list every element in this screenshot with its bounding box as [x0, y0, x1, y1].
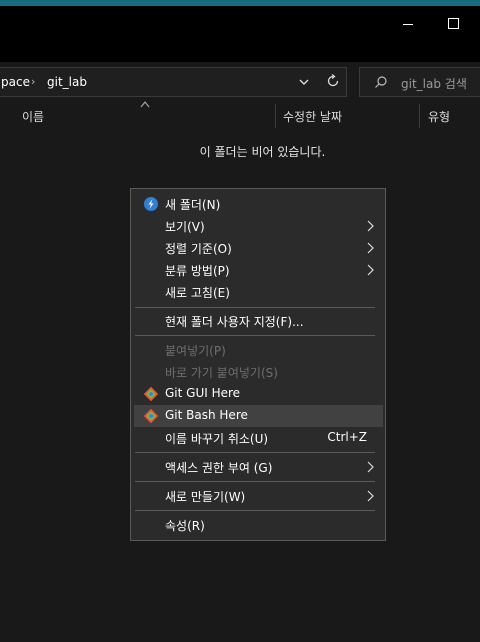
- maximize-icon[interactable]: [446, 16, 462, 32]
- navigation-toolbar: pace › git_lab git_lab 검색: [0, 62, 480, 102]
- menu-label: 보기(V): [165, 220, 205, 234]
- menu-label: Git GUI Here: [165, 386, 241, 400]
- menu-label: Git Bash Here: [165, 408, 248, 422]
- breadcrumb-git-lab[interactable]: git_lab: [47, 75, 87, 89]
- search-box[interactable]: git_lab 검색: [359, 67, 480, 97]
- new-folder-icon: [144, 197, 158, 211]
- chevron-right-icon: [367, 220, 374, 232]
- menu-item-group-by[interactable]: 분류 방법(P): [134, 259, 383, 281]
- menu-item-paste-shortcut: 바로 가기 붙여넣기(S): [134, 361, 383, 383]
- menu-item-new-folder[interactable]: 새 폴더(N): [134, 193, 383, 215]
- menu-label: 새로 만들기(W): [165, 490, 246, 504]
- menu-item-git-bash[interactable]: Git Bash Here: [134, 405, 383, 427]
- search-placeholder: git_lab 검색: [401, 77, 467, 91]
- breadcrumb-workspace[interactable]: pace: [1, 75, 30, 89]
- menu-item-view[interactable]: 보기(V): [134, 215, 383, 237]
- column-header-date-modified[interactable]: 수정한 날짜: [283, 108, 342, 125]
- menu-label: 바로 가기 붙여넣기(S): [165, 366, 278, 380]
- chevron-right-icon: [367, 264, 374, 276]
- empty-folder-message: 이 폴더는 비어 있습니다.: [199, 145, 326, 159]
- menu-shortcut: Ctrl+Z: [327, 430, 367, 444]
- menu-item-new[interactable]: 새로 만들기(W): [134, 485, 383, 507]
- refresh-icon[interactable]: [325, 73, 341, 89]
- menu-label: 액세스 권한 부여 (G): [165, 461, 273, 475]
- column-header-type[interactable]: 유형: [428, 108, 450, 125]
- context-menu: 새 폴더(N) 보기(V) 정렬 기준(O) 분류 방법(P) 새로 고침(E)…: [130, 188, 386, 541]
- chevron-right-icon: [367, 490, 374, 502]
- sort-ascending-icon: [140, 101, 150, 108]
- column-divider[interactable]: [419, 104, 420, 128]
- menu-item-sort-by[interactable]: 정렬 기준(O): [134, 237, 383, 259]
- minimize-icon[interactable]: [400, 16, 416, 32]
- menu-label: 분류 방법(P): [165, 264, 230, 278]
- menu-label: 정렬 기준(O): [165, 242, 232, 256]
- breadcrumb-separator-icon[interactable]: ›: [31, 75, 35, 88]
- menu-label: 새로 고침(E): [165, 286, 230, 300]
- search-icon: [375, 76, 387, 88]
- menu-label: 이름 바꾸기 취소(U): [165, 432, 269, 446]
- menu-separator: [135, 335, 375, 336]
- menu-label: 속성(R): [165, 519, 205, 533]
- column-header-name[interactable]: 이름: [22, 108, 44, 125]
- column-header-row: 이름 수정한 날짜 유형: [0, 101, 480, 130]
- menu-label: 붙여넣기(P): [165, 344, 226, 358]
- title-bar: [0, 6, 480, 62]
- menu-item-paste: 붙여넣기(P): [134, 339, 383, 361]
- chevron-right-icon: [367, 461, 374, 473]
- menu-label: 현재 폴더 사용자 지정(F)...: [165, 315, 304, 329]
- chevron-down-icon[interactable]: [297, 75, 311, 89]
- git-icon: [143, 386, 159, 402]
- menu-separator: [135, 510, 375, 511]
- chevron-right-icon: [367, 242, 374, 254]
- git-bash-icon: [143, 408, 159, 424]
- menu-item-refresh[interactable]: 새로 고침(E): [134, 281, 383, 303]
- menu-item-undo-rename[interactable]: 이름 바꾸기 취소(U) Ctrl+Z: [134, 427, 383, 449]
- menu-item-give-access[interactable]: 액세스 권한 부여 (G): [134, 456, 383, 478]
- menu-separator: [135, 452, 375, 453]
- menu-label: 새 폴더(N): [165, 198, 221, 212]
- menu-separator: [135, 481, 375, 482]
- address-bar[interactable]: pace › git_lab: [0, 67, 347, 97]
- menu-item-customize-folder[interactable]: 현재 폴더 사용자 지정(F)...: [134, 310, 383, 332]
- menu-item-properties[interactable]: 속성(R): [134, 514, 383, 536]
- menu-separator: [135, 307, 375, 308]
- column-divider[interactable]: [275, 104, 276, 128]
- menu-item-git-gui[interactable]: Git GUI Here: [134, 383, 383, 405]
